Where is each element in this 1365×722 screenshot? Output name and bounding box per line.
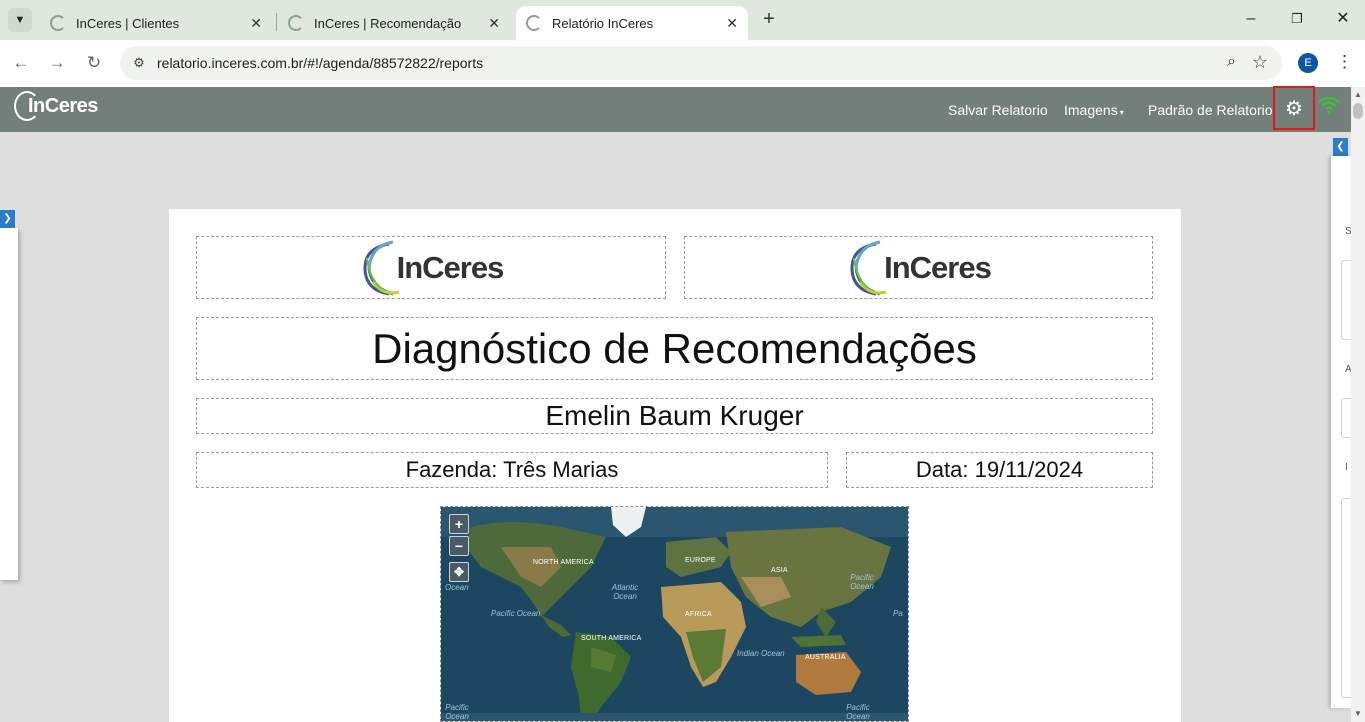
app-header: InCeres Salvar Relatorio Imagens ▾ Padrão… [0, 87, 1365, 132]
close-icon[interactable]: ✕ [726, 15, 738, 32]
browser-tab-bar: ▼ InCeres | Clientes ✕ InCeres | Recomen… [0, 0, 1365, 40]
back-arrow-icon[interactable]: ← [10, 52, 32, 74]
panel-field[interactable] [1341, 398, 1351, 438]
gear-icon: ⚙ [1285, 97, 1303, 120]
panel-field[interactable] [1341, 260, 1351, 340]
map-ocean-label: Ocean [445, 583, 469, 592]
inceres-favicon-icon [526, 15, 542, 31]
caret-down-icon: ▾ [1119, 108, 1124, 117]
report-farm[interactable]: Fazenda: Três Marias [196, 452, 828, 488]
panel-field[interactable] [1341, 498, 1351, 698]
tab-separator [276, 13, 277, 31]
map-ocean-label: Pa [893, 609, 903, 618]
left-panel-expand-button[interactable]: ❯ [0, 210, 15, 228]
chevron-left-icon: ❮ [1336, 141, 1345, 152]
tab-title: InCeres | Recomendação [314, 15, 462, 31]
new-tab-plus-icon[interactable]: + [758, 8, 780, 30]
save-report-button[interactable]: Salvar Relatorio [948, 102, 1048, 118]
report-default-button[interactable]: Padrão de Relatorio [1148, 102, 1273, 118]
restore-icon[interactable]: ❐ [1286, 8, 1308, 30]
images-menu[interactable]: Imagens ▾ [1064, 102, 1124, 118]
report-date[interactable]: Data: 19/11/2024 [846, 452, 1153, 488]
inceres-logo: InCeres [846, 238, 992, 298]
right-side-panel: S A I [1331, 156, 1352, 708]
scroll-up-arrow-icon[interactable]: ▲ [1354, 90, 1362, 99]
address-bar[interactable]: ⚙ relatorio.inceres.com.br/#!/agenda/885… [120, 46, 1282, 80]
app-logo[interactable]: InCeres [14, 91, 98, 121]
settings-button[interactable]: ⚙ [1273, 86, 1315, 130]
browser-toolbar: ← → ↻ ⚙ relatorio.inceres.com.br/#!/agen… [0, 40, 1365, 87]
inceres-favicon-icon [50, 15, 66, 31]
zoom-in-button[interactable]: + [449, 514, 469, 534]
wifi-icon [1318, 96, 1340, 114]
profile-avatar[interactable]: E [1298, 53, 1318, 73]
map-ocean-label: Atlantic Ocean [611, 583, 639, 601]
report-client-name[interactable]: Emelin Baum Kruger [196, 398, 1153, 434]
tab-title: Relatório InCeres [552, 15, 654, 31]
inceres-logo-text: InCeres [396, 249, 505, 285]
minimize-icon[interactable]: – [1240, 8, 1262, 30]
map-label: EUROPE [685, 557, 716, 564]
map-label: NORTH AMERICA [533, 559, 594, 566]
map-label: SOUTH AMERICA [581, 635, 642, 642]
map-ocean-label: Pacific Ocean [846, 703, 870, 721]
report-title[interactable]: Diagnóstico de Recomendações [196, 317, 1153, 380]
tab-recomendacao[interactable]: InCeres | Recomendação ✕ [278, 6, 510, 40]
inceres-logo-text: InCeres [884, 249, 992, 285]
left-side-panel [0, 228, 18, 580]
report-logo-left-box[interactable]: InCeres [196, 236, 666, 299]
tab-relatorio[interactable]: Relatório InCeres ✕ [516, 6, 748, 40]
close-icon[interactable]: ✕ [488, 15, 500, 32]
app-logo-text: InCeres [28, 94, 98, 117]
tab-clientes[interactable]: InCeres | Clientes ✕ [40, 6, 272, 40]
report-logo-right-box[interactable]: InCeres [684, 236, 1153, 299]
map-ocean-label: Pacific Ocean [445, 703, 469, 721]
world-map[interactable]: + − ✥ NORTH AMERICA EUROPE ASIA AFRICA S… [440, 506, 909, 722]
site-settings-icon[interactable]: ⚙ [130, 54, 148, 72]
map-label: ASIA [771, 567, 788, 574]
map-ocean-label: Pacific Ocean [491, 609, 541, 618]
scroll-down-arrow-icon[interactable]: ▼ [1354, 709, 1362, 718]
zoom-icon[interactable]: ⌕ [1227, 53, 1236, 71]
inceres-logo: InCeres [359, 238, 504, 298]
close-icon[interactable]: ✕ [250, 15, 262, 32]
window-close-icon[interactable]: ✕ [1332, 8, 1354, 30]
map-label: AFRICA [685, 611, 712, 618]
tab-search-chevron-icon[interactable]: ▼ [8, 8, 32, 32]
map-ocean-label: Indian Ocean [737, 649, 785, 658]
map-ocean-label: Pacific Ocean [850, 573, 874, 591]
panel-label: I [1345, 462, 1348, 473]
pan-move-icon[interactable]: ✥ [449, 562, 469, 582]
report-page: InCeres InCeres Diagnóstico de Recomenda… [169, 209, 1181, 722]
inceres-favicon-icon [288, 15, 304, 31]
images-menu-label: Imagens [1064, 102, 1118, 118]
right-panel-collapse-button[interactable]: ❮ [1333, 138, 1348, 156]
url-text[interactable]: relatorio.inceres.com.br/#!/agenda/88572… [157, 55, 483, 71]
scroll-thumb[interactable] [1353, 103, 1363, 119]
reload-icon[interactable]: ↻ [83, 52, 105, 74]
map-label: AUSTRALIA [805, 654, 846, 661]
browser-menu-icon[interactable]: ⋮ [1336, 52, 1353, 72]
forward-arrow-icon[interactable]: → [46, 52, 68, 74]
chevron-right-icon: ❯ [3, 213, 12, 224]
page-scrollbar[interactable]: ▲ ▼ [1351, 87, 1365, 722]
tab-title: InCeres | Clientes [76, 15, 180, 31]
zoom-out-button[interactable]: − [449, 536, 469, 556]
bookmark-star-icon[interactable]: ☆ [1252, 52, 1268, 73]
